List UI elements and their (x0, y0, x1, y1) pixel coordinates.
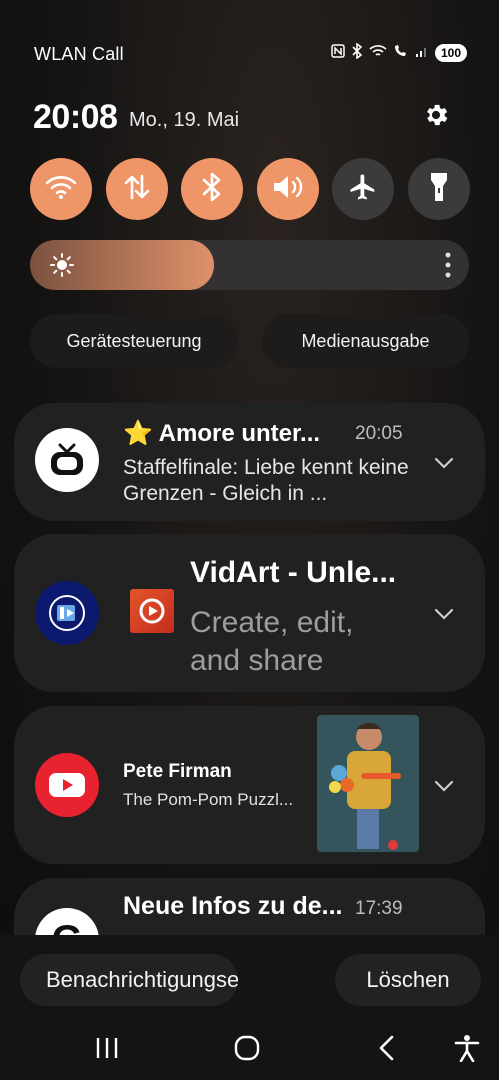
device-control-button[interactable]: Gerätesteuerung (30, 314, 238, 368)
home-icon[interactable] (229, 1032, 265, 1064)
youtube-app-icon (35, 753, 99, 817)
notification-vidart[interactable]: VidArt - Unle... Create, edit, and share (14, 534, 485, 692)
wifi-icon (369, 44, 387, 61)
recent-apps-icon[interactable] (89, 1032, 125, 1064)
bluetooth-icon (201, 172, 223, 207)
notification-title: Pete Firman (123, 761, 232, 782)
chevron-down-icon[interactable] (433, 774, 455, 796)
vidart-app-icon (35, 581, 99, 645)
status-icons: 100 (331, 42, 467, 62)
media-output-button[interactable]: Medienausgabe (262, 314, 469, 368)
sun-icon (50, 253, 74, 282)
airplane-icon (348, 172, 378, 207)
back-icon[interactable] (369, 1032, 405, 1064)
date[interactable]: Mo., 19. Mai (129, 109, 239, 132)
carrier-label: WLAN Call (34, 44, 124, 64)
airplane-toggle[interactable] (332, 158, 395, 220)
notification-youtube[interactable]: Pete Firman The Pom-Pom Puzzl... (14, 706, 485, 864)
notification-tv[interactable]: ⭐ Amore unter... 20:05 Staffelfinale: Li… (14, 403, 485, 521)
flashlight-toggle[interactable] (407, 158, 470, 220)
mobile-data-toggle[interactable] (105, 158, 168, 220)
flashlight-icon (428, 171, 450, 208)
signal-icon (415, 44, 429, 61)
notification-title: Neue Infos zu de... (123, 892, 343, 920)
navigation-bar (0, 1020, 499, 1080)
brightness-slider[interactable] (30, 240, 469, 290)
vidart-logo-icon (130, 589, 174, 633)
status-bar: WLAN Call 100 (0, 0, 499, 70)
notification-body: Staffelfinale: Liebe kennt keine Grenzen… (123, 456, 409, 505)
notification-time: 20:05 (355, 423, 403, 444)
tv-app-icon (35, 428, 99, 492)
data-arrows-icon (122, 172, 152, 207)
chevron-down-icon[interactable] (433, 451, 455, 473)
notification-body: Create, edit, and share (190, 606, 354, 677)
speaker-icon (271, 172, 305, 207)
clock[interactable]: 20:08 (33, 98, 118, 137)
notification-title: ⭐ Amore unter... (123, 420, 321, 447)
notification-subtitle: The Pom-Pom Puzzl... (123, 790, 294, 809)
quick-toggles (30, 158, 470, 220)
chevron-down-icon[interactable] (433, 602, 455, 624)
notification-time: 17:39 (355, 898, 403, 919)
video-thumbnail[interactable] (317, 715, 419, 852)
more-options-icon[interactable] (445, 252, 451, 283)
sound-toggle[interactable] (256, 158, 319, 220)
nfc-icon (331, 44, 345, 61)
wifi-call-icon (393, 44, 409, 61)
bluetooth-icon (351, 42, 363, 62)
clear-all-button[interactable]: Löschen (335, 954, 481, 1006)
wifi-icon (45, 174, 77, 205)
battery-icon: 100 (434, 43, 467, 62)
wifi-toggle[interactable] (30, 158, 92, 220)
notification-title: VidArt - Unle... (190, 556, 397, 589)
notification-settings-button[interactable]: Benachrichtigungseinstellungen (20, 954, 238, 1006)
settings-gear-icon[interactable] (420, 99, 452, 131)
bluetooth-toggle[interactable] (181, 158, 244, 220)
accessibility-icon[interactable] (449, 1032, 485, 1064)
